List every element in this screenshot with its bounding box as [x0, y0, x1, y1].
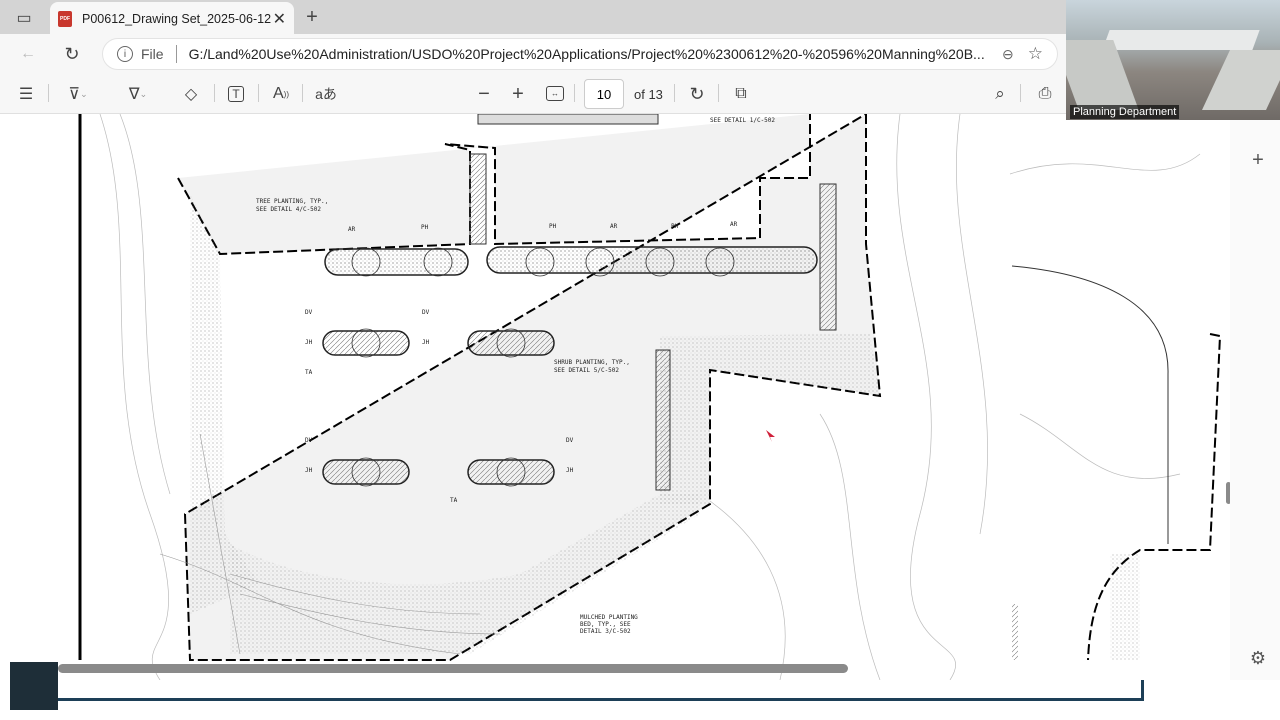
plant-tag: JH [566, 467, 574, 474]
search-icon[interactable]: ⌕ [990, 84, 1010, 104]
plant-tag: JH [305, 339, 313, 346]
plant-tag: PH [671, 223, 679, 230]
zoom-out-button[interactable]: − [474, 83, 494, 105]
eraser-icon[interactable]: ◇ [180, 84, 202, 104]
refresh-icon[interactable]: ↻ [62, 44, 82, 64]
right-side-panel: + ⚙ [1230, 114, 1280, 680]
url-text[interactable]: G:/Land%20Use%20Administration/USDO%20Pr… [189, 46, 985, 62]
mouse-cursor [766, 430, 775, 442]
annotation-tree-planting: TREE PLANTING, TYP., [256, 198, 328, 205]
plant-tag: AR [730, 221, 738, 228]
page-total: of 13 [634, 87, 663, 102]
plant-tag: TA [450, 497, 458, 504]
plant-tag: DV [305, 309, 313, 316]
settings-gear-icon[interactable]: ⚙ [1248, 648, 1268, 668]
add-text-icon[interactable]: T [228, 86, 244, 102]
zoom-out-icon[interactable]: ⊖ [1002, 46, 1014, 63]
plant-tag: DV [566, 437, 574, 444]
draw-icon[interactable]: ∇ ⌄ [118, 84, 158, 104]
favorite-star-icon[interactable]: ☆ [1028, 44, 1043, 64]
plant-tag: DV [305, 437, 313, 444]
plant-tag: DV [422, 309, 430, 316]
page-number-input[interactable]: 10 [584, 79, 624, 109]
annotation-mulch-2: BED, TYP., SEE [580, 621, 631, 628]
annotation-mulch-1: MULCHED PLANTING [580, 614, 638, 621]
horizontal-scrollbar-thumb[interactable] [58, 664, 848, 673]
read-aloud-icon[interactable]: A)) [270, 84, 292, 104]
add-icon[interactable]: + [1248, 149, 1268, 171]
annotation-shrub-planting: SHRUB PLANTING, TYP., [554, 359, 630, 366]
annotation-tree-detail: SEE DETAIL 4/C-502 [256, 206, 321, 213]
print-icon[interactable]: ⎙ [1034, 84, 1056, 104]
zoom-in-button[interactable]: + [508, 83, 528, 105]
site-plan-drawing: TREE PLANTING, TYP., SEE DETAIL 4/C-502 … [78, 114, 1222, 680]
annotation-shrub-detail: SEE DETAIL 5/C-502 [554, 367, 619, 374]
plant-tag: PH [421, 224, 429, 231]
address-bar[interactable]: i File G:/Land%20Use%20Administration/US… [102, 38, 1058, 70]
accent-line-vertical [1141, 680, 1144, 701]
page-view-icon[interactable]: ⧉ [730, 84, 752, 104]
fit-width-icon[interactable]: ↔ [546, 86, 564, 101]
video-feed: Planning Department [1066, 0, 1280, 120]
pdf-icon: PDF [58, 11, 72, 27]
plant-tag: AR [348, 226, 356, 233]
taskbar-thumbnail [10, 662, 58, 710]
address-bar-row: ← ↻ i File G:/Land%20Use%20Administratio… [0, 34, 1066, 74]
plant-tag: JH [422, 339, 430, 346]
tab-pdf[interactable]: PDF P00612_Drawing Set_2025-06-12 ✕ [50, 2, 294, 36]
annotation-top-detail: SEE DETAIL 1/C-502 [710, 117, 775, 124]
tab-title: P00612_Drawing Set_2025-06-12 [82, 12, 272, 26]
tab-actions-icon[interactable]: ▭ [14, 8, 34, 28]
plant-tag: TA [305, 369, 313, 376]
contents-list-icon[interactable]: ☰ [16, 84, 36, 104]
info-icon[interactable]: i [117, 46, 133, 62]
plant-tag: PH [549, 223, 557, 230]
accent-line [58, 698, 1144, 701]
highlight-icon[interactable]: ⊽ ⌄ [58, 84, 98, 104]
plant-tag: AR [610, 223, 618, 230]
close-tab-icon[interactable]: ✕ [273, 9, 286, 29]
scheme-label: File [141, 46, 164, 62]
back-icon[interactable]: ← [18, 44, 38, 64]
rotate-icon[interactable]: ↻ [686, 84, 708, 104]
plant-tag: JH [305, 467, 313, 474]
immersive-reader-icon[interactable]: aあ [312, 84, 340, 104]
pdf-toolbar: ☰ ⊽ ⌄ ∇ ⌄ ◇ T A)) aあ − + ↔ 10 of 13 ↻ ⧉ … [0, 74, 1066, 114]
new-tab-icon[interactable]: + [302, 6, 322, 28]
pdf-page-viewer[interactable]: TREE PLANTING, TYP., SEE DETAIL 4/C-502 … [0, 114, 1230, 680]
video-label: Planning Department [1070, 105, 1180, 119]
annotation-mulch-3: DETAIL 3/C-502 [580, 628, 631, 635]
